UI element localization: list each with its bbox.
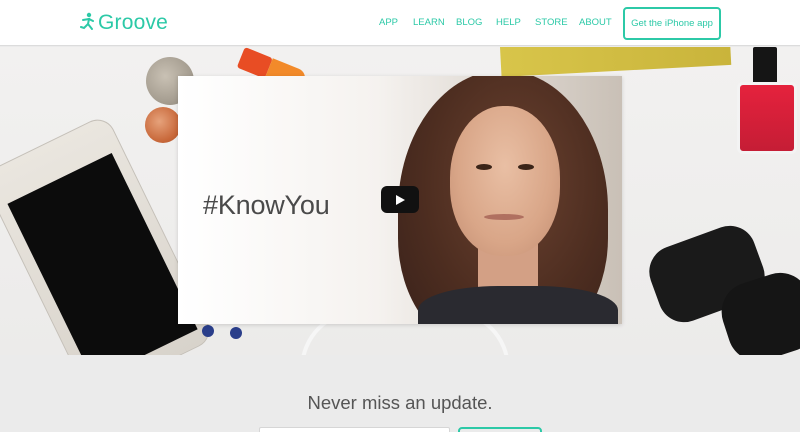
nav-app[interactable]: APP: [379, 17, 398, 28]
nav-blog[interactable]: BLOG: [456, 17, 482, 28]
nail-polish-decoration: [725, 47, 800, 157]
video-title: #KnowYou: [203, 190, 330, 220]
nav-about[interactable]: ABOUT: [579, 17, 612, 28]
subscribe-button[interactable]: [458, 427, 542, 432]
coin-decoration: [145, 107, 181, 143]
groove-logo-icon: [80, 12, 94, 30]
subscribe-heading: Never miss an update.: [307, 392, 493, 413]
earring-decoration: [230, 327, 242, 339]
email-input[interactable]: [259, 427, 450, 432]
site-header: Groove APP LEARN BLOG HELP STORE ABOUT G…: [0, 0, 800, 46]
hero-section: #KnowYou: [0, 47, 800, 355]
brand-name: Groove: [98, 11, 169, 34]
fabric-decoration: [500, 47, 732, 77]
video-player[interactable]: #KnowYou: [178, 76, 622, 324]
nav-learn[interactable]: LEARN: [413, 17, 445, 28]
groove-logo[interactable]: Groove: [80, 10, 168, 36]
earring-decoration: [202, 325, 214, 337]
play-icon: [396, 194, 405, 205]
nav-help[interactable]: HELP: [496, 17, 521, 28]
subscribe-section: Never miss an update.: [0, 356, 800, 432]
car-keys-decoration: [641, 218, 800, 355]
nav-store[interactable]: STORE: [535, 17, 568, 28]
play-button[interactable]: [381, 186, 419, 213]
video-thumbnail-person: [398, 76, 622, 324]
get-iphone-app-button[interactable]: Get the iPhone app: [623, 7, 721, 40]
